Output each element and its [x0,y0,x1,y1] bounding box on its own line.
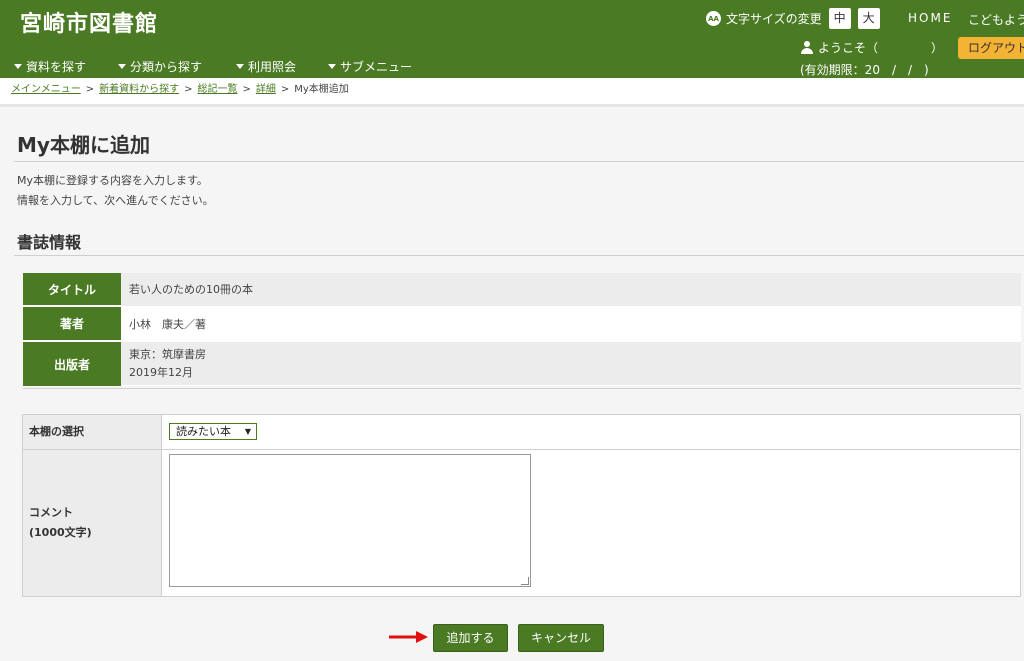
font-size-control: AA 文字サイズの変更 中 大 [706,8,880,29]
bib-value-author: 小林 康夫／著 [121,307,1021,342]
description-line-2: 情報を入力して、次へ進んでください。 [17,194,214,207]
breadcrumb-general-list[interactable]: 総記一覧 [197,84,237,95]
breadcrumb-current: My本棚追加 [294,84,349,95]
description-line-1: My本棚に登録する内容を入力します。 [17,174,208,187]
breadcrumb-main-menu[interactable]: メインメニュー [11,84,81,95]
section-divider [14,255,1024,256]
comment-textarea[interactable] [169,454,531,587]
bib-label-title: タイトル [23,273,121,307]
welcome-label: ようこそ（ [818,41,879,55]
caret-down-icon [14,64,22,69]
breadcrumb-separator: > [184,84,193,95]
bib-label-author: 著者 [23,307,121,342]
nav-label: 分類から探す [130,60,203,74]
bib-row-title: タイトル 若い人のための10冊の本 [23,273,1021,307]
breadcrumb-detail[interactable]: 詳細 [256,84,276,95]
add-button[interactable]: 追加する [433,624,508,652]
font-size-medium-button[interactable]: 中 [828,8,851,29]
caret-down-icon [118,64,127,69]
user-icon [800,40,814,55]
nav-label: 利用照会 [248,60,297,74]
publisher-name: 東京：筑摩書房 [129,348,206,361]
bib-value-title: 若い人のための10冊の本 [121,273,1021,307]
breadcrumb-new-materials[interactable]: 新着資料から探す [99,84,179,95]
breadcrumb-separator: > [85,84,95,95]
breadcrumb-separator: > [242,84,251,95]
expiry-date: (有効期限：20 / / ) [800,63,929,77]
page-title: My本棚に追加 [17,133,150,157]
bib-label-publisher: 出版者 [23,342,121,386]
nav-search-materials[interactable]: 資料を探す [14,58,86,75]
font-size-icon: AA [706,11,721,26]
kids-page-link[interactable]: こどもよう [968,11,1024,28]
home-link[interactable]: HOME [908,11,952,25]
title-divider [14,161,1024,162]
bib-table-bottom-border [23,388,1021,389]
shelf-form: 本棚の選択 読みたい本 ▼ コメント (1000文字) [22,414,1021,597]
bibliographic-table: タイトル 若い人のための10冊の本 著者 小林 康夫／著 出版者 東京：筑摩書房… [23,273,1021,386]
comment-label-text: コメント [29,506,73,519]
shelf-select-row: 本棚の選択 読みたい本 ▼ [23,415,1020,450]
nav-label: 資料を探す [26,60,87,74]
nav-search-by-category[interactable]: 分類から探す [118,58,202,75]
logout-button[interactable]: ログアウト [958,37,1024,59]
nav-label: サブメニュー [340,60,413,74]
font-size-large-button[interactable]: 大 [857,8,880,29]
welcome-close-paren: ） [931,41,944,55]
welcome-message: ようこそ（ ） [800,39,943,56]
shelf-select-label: 本棚の選択 [23,415,162,449]
bib-row-author: 著者 小林 康夫／著 [23,307,1021,342]
caret-down-icon [328,64,337,69]
comment-limit-text: (1000文字) [29,526,92,539]
main-nav: 資料を探す 分類から探す 利用照会 サブメニュー [14,58,444,75]
publication-date: 2019年12月 [129,366,193,379]
comment-label: コメント (1000文字) [23,450,162,596]
dropdown-arrow-icon: ▼ [244,427,251,436]
shelf-select[interactable]: 読みたい本 ▼ [169,423,257,440]
site-title[interactable]: 宮崎市図書館 [20,6,158,38]
breadcrumb-divider [0,104,1024,107]
cancel-button[interactable]: キャンセル [518,624,604,652]
breadcrumb-separator: > [280,84,290,95]
site-header: 宮崎市図書館 AA 文字サイズの変更 中 大 HOME こどもよう ようこそ（ … [0,0,1024,78]
breadcrumb: メインメニュー > 新着資料から探す > 総記一覧 > 詳細 > My本棚追加 [0,78,1024,104]
caret-down-icon [236,64,245,69]
section-title-bibliographic: 書誌情報 [17,233,82,252]
bib-row-publisher: 出版者 東京：筑摩書房 2019年12月 [23,342,1021,386]
bib-value-publisher: 東京：筑摩書房 2019年12月 [121,342,1021,386]
nav-usage-inquiry[interactable]: 利用照会 [236,58,296,75]
font-size-label: 文字サイズの変更 [726,12,822,26]
red-arrow-icon [389,631,428,643]
resize-grip-icon[interactable] [521,577,529,585]
shelf-select-value: 読みたい本 [176,425,231,438]
nav-submenu[interactable]: サブメニュー [328,58,412,75]
